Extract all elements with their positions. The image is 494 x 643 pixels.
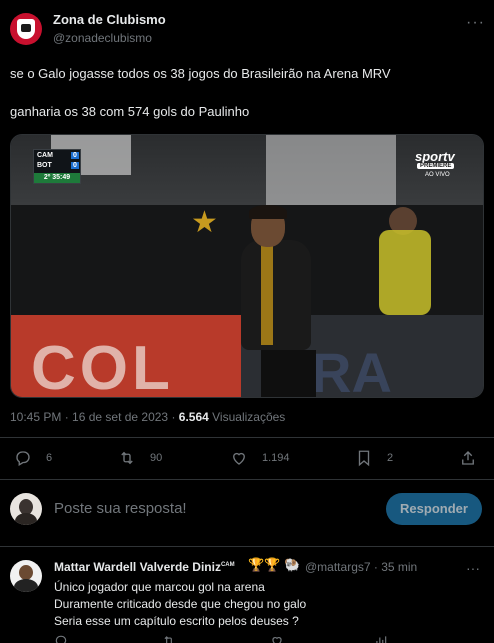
scoreboard: CAM 0 BOT 0 2º 35:49 (33, 149, 81, 184)
reply-count: 6 (46, 452, 53, 464)
heart-icon[interactable] (270, 634, 284, 643)
bookmark-count: 2 (387, 452, 394, 464)
reply-input[interactable]: Poste sua resposta! (54, 500, 187, 517)
broadcaster-logo: sportv (415, 149, 455, 164)
reply-text-line: Único jogador que marcou gol na arena (54, 580, 265, 594)
reply-icon (16, 451, 30, 466)
post-timestamp[interactable]: 10:45 PM · 16 de set de 2023 · (10, 410, 179, 424)
repost-icon[interactable] (162, 634, 176, 643)
like-button[interactable]: 1.194 (230, 449, 290, 467)
views-icon[interactable] (374, 634, 388, 643)
repost-icon (121, 451, 133, 465)
repost-count: 90 (150, 452, 163, 464)
reply-author-name[interactable]: Mattar Wardell Valverde DinizCAM (54, 560, 235, 574)
match-clock: 2º 35:49 (34, 173, 80, 183)
current-user-avatar[interactable] (10, 493, 42, 525)
bookmark-button[interactable]: 2 (355, 449, 393, 467)
reply-icon[interactable] (54, 634, 68, 643)
ad-board-text: COL (31, 334, 174, 398)
live-label: AO VIVO (425, 172, 450, 178)
reply-author-handle[interactable]: @mattargs7 · 35 min (305, 560, 417, 574)
reply-text-line: Seria esse um capítulo escrito pelos deu… (54, 614, 299, 628)
post-meta: 10:45 PM · 16 de set de 2023 · 6.564 Vis… (10, 410, 285, 424)
repost-button[interactable]: 90 (118, 449, 162, 467)
team1-label: CAM (37, 152, 53, 159)
star-icon: ★ (191, 206, 218, 239)
divider (0, 479, 494, 480)
divider (0, 437, 494, 438)
divider (0, 546, 494, 547)
share-icon (462, 451, 474, 465)
share-button[interactable] (459, 449, 477, 467)
reply-action-bar (54, 634, 484, 643)
like-count: 1.194 (262, 452, 290, 464)
reply-author-avatar[interactable] (10, 560, 42, 592)
player-figure (241, 240, 311, 350)
team2-score: 0 (71, 162, 79, 169)
reply-submit-button[interactable]: Responder (386, 493, 482, 525)
post-video[interactable]: ★ COL RA CAM 0 BOT 0 2º 35:49 sportv PRE… (10, 134, 484, 398)
views-count: 6.564 (178, 410, 209, 424)
club-badge: CAM (220, 562, 235, 568)
post-text-line-1: se o Galo jogasse todos os 38 jogos do B… (10, 66, 391, 81)
steward-figure (379, 230, 431, 315)
post-text-line-2: ganharia os 38 com 574 gols do Paulinho (10, 104, 250, 119)
more-options-icon[interactable]: ··· (466, 14, 485, 32)
reply-author-emojis: 🏆🏆 🐏 (248, 557, 301, 572)
broadcaster-sub: PREMIERE (417, 163, 455, 169)
team2-label: BOT (37, 162, 52, 169)
reply-more-icon[interactable]: ··· (466, 560, 480, 576)
author-handle[interactable]: @zonadeclubismo (53, 31, 152, 45)
heart-icon (233, 452, 245, 465)
reply-author-name-text: Mattar Wardell Valverde Diniz (54, 560, 221, 574)
views-label: Visualizações (208, 410, 286, 424)
reply-button[interactable]: 6 (14, 449, 52, 467)
author-avatar[interactable] (10, 13, 42, 45)
author-name[interactable]: Zona de Clubismo (53, 12, 166, 27)
bookmark-icon (358, 450, 370, 467)
reply-text-line: Duramente criticado desde que chegou no … (54, 597, 307, 611)
ad-board-text: RA (311, 341, 392, 398)
team1-score: 0 (71, 152, 79, 159)
